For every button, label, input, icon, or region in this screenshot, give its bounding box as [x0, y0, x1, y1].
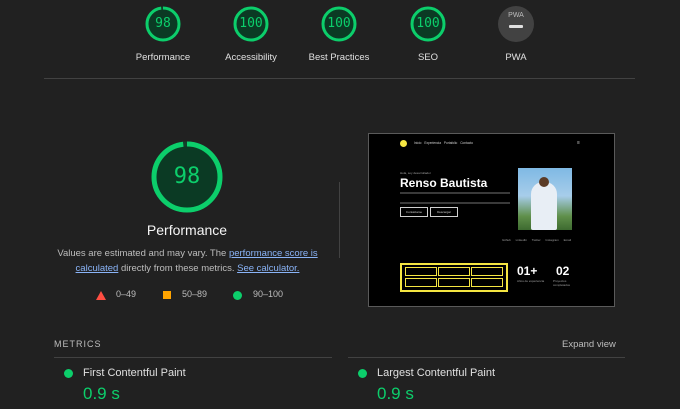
average-square-icon [163, 291, 171, 299]
legend-range: 90–100 [253, 289, 284, 299]
fail-triangle-icon [96, 291, 106, 300]
site-menu-icon: ≡ [577, 140, 580, 146]
metric-divider [54, 357, 332, 358]
metric-value: 0.9 s [83, 384, 120, 403]
gauge-label: SEO [417, 52, 439, 63]
legend-range: 50–89 [182, 289, 208, 299]
metrics-heading: METRICS [54, 339, 102, 349]
site-intro-text [400, 192, 510, 204]
pwa-badge-icon: PWA [498, 6, 534, 42]
divider [44, 78, 635, 79]
score-ring: 98 [145, 6, 181, 42]
metric-title: First Contentful Paint [83, 367, 186, 379]
score-ring: 100 [410, 6, 446, 42]
legend-average: 50–89 [163, 289, 207, 299]
grid-cell [438, 278, 470, 287]
score-ring: 100 [321, 6, 357, 42]
performance-score-gauge: 98 [150, 140, 224, 214]
gauge-performance[interactable]: 98 Performance [113, 6, 213, 63]
score-value: 98 [155, 16, 171, 31]
pass-circle-icon [358, 369, 367, 378]
calculator-link[interactable]: See calculator. [237, 263, 299, 274]
grid-cell [471, 278, 503, 287]
site-stat-number: 02 [556, 264, 570, 278]
score-value: 100 [416, 16, 440, 31]
site-name: Renso Bautista [400, 176, 488, 190]
site-button: Contáctame [400, 207, 428, 217]
gauge-label: PWA [505, 52, 527, 63]
score-value: 100 [239, 16, 263, 31]
description-text: directly from these metrics. [118, 263, 238, 274]
grid-cell [471, 267, 503, 276]
pwa-badge-text: PWA [508, 12, 524, 19]
final-screenshot[interactable]: Inicio Experiencia Portafolio Contacto ≡… [368, 133, 615, 307]
gauge-label: Performance [135, 52, 191, 63]
description-text: Values are estimated and may vary. The [57, 248, 229, 259]
site-person [531, 182, 557, 230]
performance-description: Values are estimated and may vary. The p… [55, 246, 320, 276]
legend-pass: 90–100 [233, 289, 284, 300]
metric-divider [348, 357, 625, 358]
gauge-seo[interactable]: 100 SEO [378, 6, 478, 63]
score-ring: 100 [233, 6, 269, 42]
vertical-divider [339, 182, 340, 258]
score-legend: 0–49 50–89 90–100 [90, 289, 310, 303]
grid-cell [405, 267, 437, 276]
grid-cell [438, 267, 470, 276]
metric-title: Largest Contentful Paint [377, 367, 496, 379]
performance-score: 98 [173, 164, 201, 189]
site-button: Descargar [430, 207, 458, 217]
pass-circle-icon [233, 291, 242, 300]
gauge-label: Best Practices [308, 52, 370, 63]
site-socials: Github LinkedIn Twitter Instagram Email [502, 238, 572, 242]
site-nav: Inicio Experiencia Portafolio Contacto [414, 141, 473, 145]
legend-range: 0–49 [116, 289, 137, 299]
gauge-accessibility[interactable]: 100 Accessibility [201, 6, 301, 63]
site-person-head [539, 177, 549, 187]
grid-cell [405, 278, 437, 287]
performance-title: Performance [146, 222, 228, 238]
site-tagline: Hola, soy desarrollador [400, 171, 431, 175]
site-skills-grid [400, 263, 508, 292]
site-stat-number: 01+ [517, 264, 538, 278]
pwa-dash-icon [509, 25, 523, 28]
gauge-best-practices[interactable]: 100 Best Practices [289, 6, 389, 63]
site-stat-caption: Años de experiencia [517, 279, 545, 283]
category-gauges: 98 Performance 100 Accessibility 100 Bes… [0, 0, 680, 70]
legend-fail: 0–49 [96, 289, 137, 300]
site-logo-icon [400, 140, 407, 147]
pass-circle-icon [64, 369, 73, 378]
expand-view-button[interactable]: Expand view [562, 339, 616, 350]
gauge-pwa[interactable]: PWA PWA [466, 6, 566, 63]
site-stat-caption: Proyectos completados [553, 279, 571, 287]
score-value: 100 [327, 16, 351, 31]
gauge-label: Accessibility [225, 52, 277, 63]
metric-value: 0.9 s [377, 384, 414, 403]
